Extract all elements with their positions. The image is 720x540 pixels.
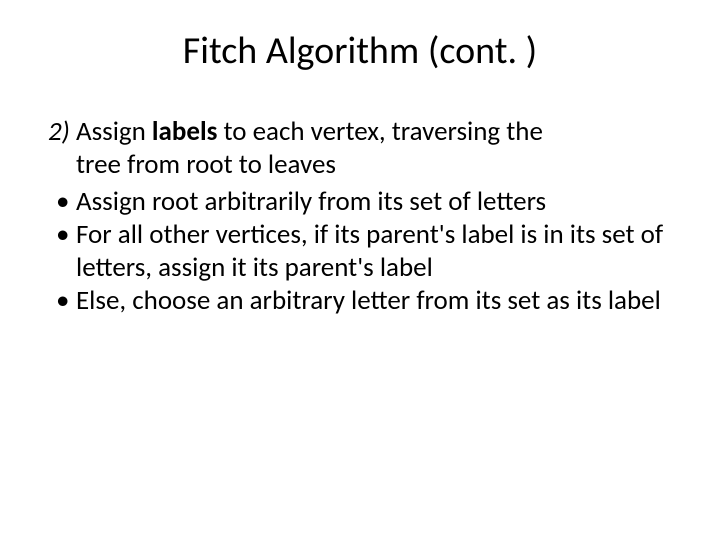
bullet-text: Else, choose an arbitrary letter from it…: [76, 285, 680, 318]
step-number: 2): [48, 115, 70, 148]
step-text-before: Assign: [76, 115, 152, 148]
bullet-dot-icon: •: [52, 219, 76, 285]
bullet-dot-icon: •: [52, 186, 76, 219]
slide-content: 2) Assign labels to each vertex, travers…: [40, 116, 680, 318]
step-line-2: tree from root to leaves: [48, 149, 336, 182]
bullet-text: For all other vertices, if its parent's …: [76, 219, 680, 285]
bullet-dot-icon: •: [52, 285, 76, 318]
step-line: 2) Assign labels to each vertex, travers…: [48, 116, 680, 182]
step-text-after: to each vertex, traversing the: [217, 115, 543, 148]
bullet-item: • Assign root arbitrarily from its set o…: [48, 186, 680, 219]
bullet-item: • Else, choose an arbitrary letter from …: [48, 285, 680, 318]
bullet-text: Assign root arbitrarily from its set of …: [76, 186, 680, 219]
step-text-bold: labels: [152, 115, 217, 148]
slide-title: Fitch Algorithm (cont. ): [40, 28, 680, 74]
bullet-item: • For all other vertices, if its parent'…: [48, 219, 680, 285]
